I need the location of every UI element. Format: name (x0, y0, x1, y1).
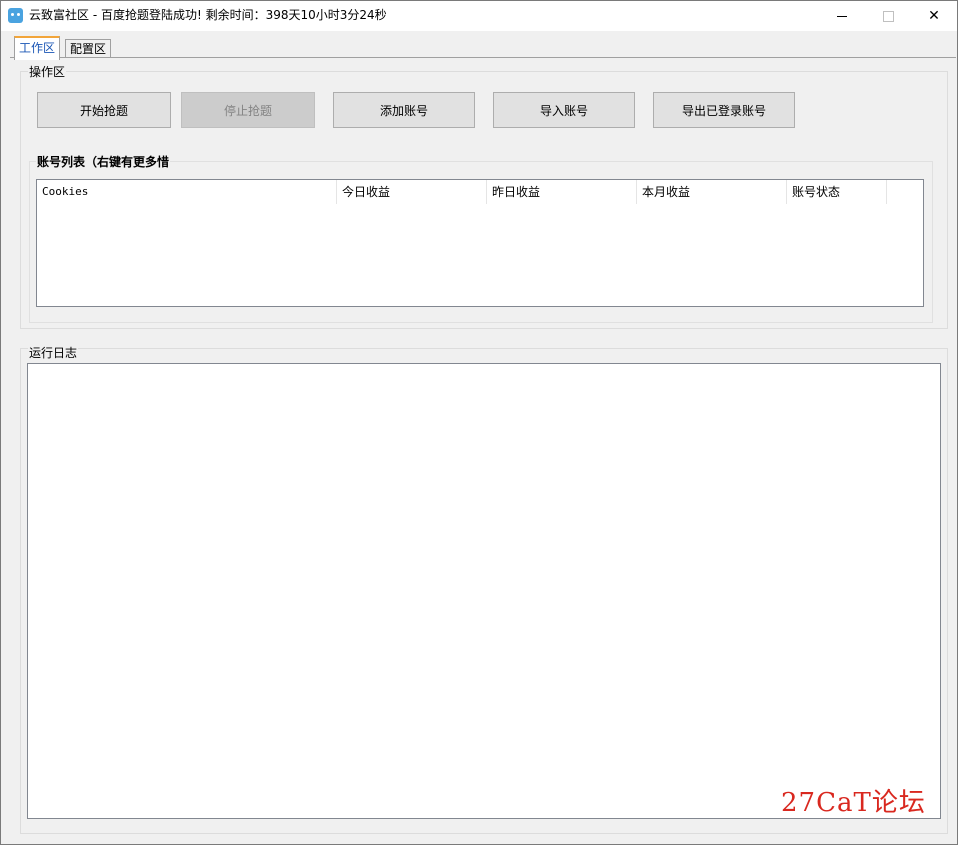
maximize-button[interactable] (865, 1, 911, 31)
tab-bar: 工作区 配置区 (1, 31, 957, 60)
title-bar[interactable]: 云致富社区 - 百度抢题登陆成功! 剩余时间：398天10小时3分24秒 ✕ (1, 1, 957, 31)
stop-grab-button[interactable]: 停止抢题 (181, 92, 315, 128)
log-group-label: 运行日志 (28, 346, 79, 360)
import-account-button[interactable]: 导入账号 (493, 92, 635, 128)
column-header-account-status[interactable]: 账号状态 (787, 180, 887, 204)
account-list[interactable]: Cookies 今日收益 昨日收益 本月收益 账号状态 (36, 179, 924, 307)
start-grab-button[interactable]: 开始抢题 (37, 92, 171, 128)
column-header-today-earnings[interactable]: 今日收益 (337, 180, 487, 204)
log-textbox[interactable] (27, 363, 941, 819)
operation-group-label: 操作区 (28, 65, 67, 79)
window-title: 云致富社区 - 百度抢题登陆成功! 剩余时间：398天10小时3分24秒 (29, 8, 387, 22)
tab-workspace[interactable]: 工作区 (14, 36, 61, 60)
column-header-month-earnings[interactable]: 本月收益 (637, 180, 787, 204)
app-window: 云致富社区 - 百度抢题登陆成功! 剩余时间：398天10小时3分24秒 ✕ 工… (0, 0, 958, 845)
close-button[interactable]: ✕ (911, 1, 957, 31)
minimize-icon (837, 15, 847, 17)
account-list-group-label: 账号列表（右键有更多惜 (36, 155, 171, 169)
tab-config[interactable]: 配置区 (65, 39, 112, 58)
app-icon (8, 8, 23, 23)
add-account-button[interactable]: 添加账号 (333, 92, 475, 128)
export-logged-accounts-button[interactable]: 导出已登录账号 (653, 92, 795, 128)
column-header-cookies[interactable]: Cookies (37, 180, 337, 204)
close-icon: ✕ (928, 8, 940, 24)
watermark: 27CaT论坛 (781, 788, 926, 818)
minimize-button[interactable] (819, 1, 865, 31)
column-header-yesterday-earnings[interactable]: 昨日收益 (487, 180, 637, 204)
maximize-icon (882, 10, 894, 22)
